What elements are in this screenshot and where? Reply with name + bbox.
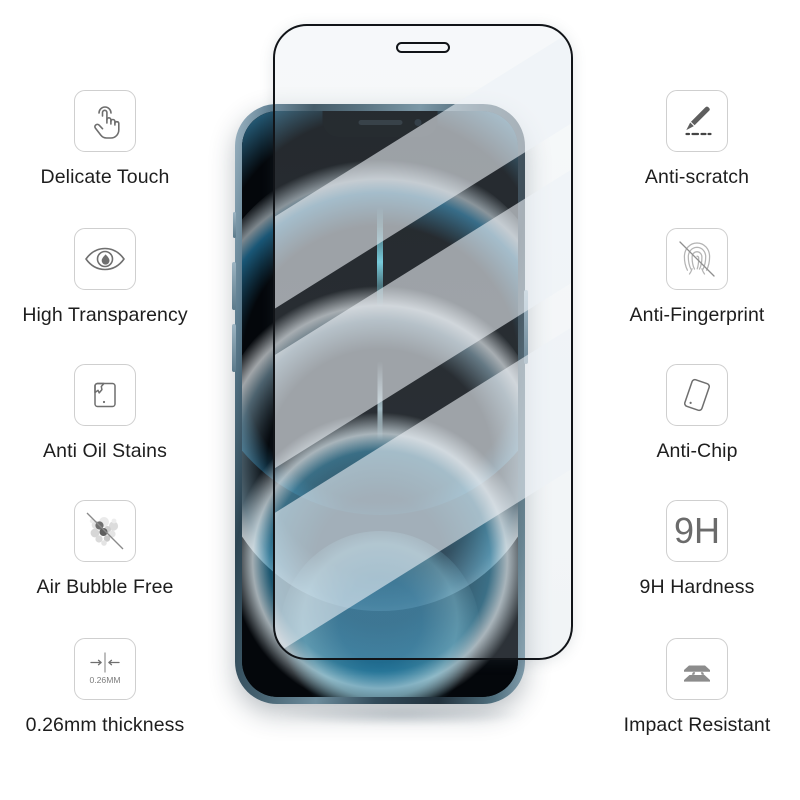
- feature-thickness: 0.26MM 0.26mm thickness: [0, 638, 210, 736]
- feature-impact-resistant: Impact Resistant: [592, 638, 800, 736]
- tempered-glass-sheet: [273, 24, 573, 660]
- tap-hand-icon: [74, 90, 136, 152]
- eye-icon: [74, 228, 136, 290]
- feature-label: Anti-scratch: [644, 166, 750, 188]
- hardness-9h-icon: 9H: [666, 500, 728, 562]
- feature-9h-hardness: 9H 9H Hardness: [592, 500, 800, 598]
- feature-label: 9H Hardness: [639, 576, 755, 598]
- feature-high-transparency: High Transparency: [0, 228, 210, 326]
- mute-switch: [233, 212, 236, 238]
- feature-label: Anti-Chip: [656, 440, 738, 462]
- tilted-phone-icon: [666, 364, 728, 426]
- phone-oil-stain-icon: [74, 364, 136, 426]
- feature-label: Delicate Touch: [40, 166, 170, 188]
- feature-anti-chip: Anti-Chip: [592, 364, 800, 462]
- feature-anti-oil-stains: Anti Oil Stains: [0, 364, 210, 462]
- feature-label: Anti-Fingerprint: [629, 304, 765, 326]
- thickness-gauge-icon: 0.26MM: [74, 638, 136, 700]
- glass-reflection-group: [275, 26, 571, 658]
- feature-label: 0.26mm thickness: [25, 714, 185, 736]
- thickness-caption: 0.26MM: [89, 675, 120, 685]
- device-shadow: [277, 704, 527, 726]
- no-bubbles-icon: [74, 500, 136, 562]
- volume-up-button: [232, 262, 236, 310]
- feature-label: High Transparency: [22, 304, 188, 326]
- hardness-caption: 9H: [674, 510, 720, 551]
- no-fingerprint-icon: [666, 228, 728, 290]
- volume-down-button: [232, 324, 236, 372]
- knife-scratch-icon: [666, 90, 728, 152]
- feature-label: Air Bubble Free: [36, 576, 174, 598]
- feature-air-bubble-free: Air Bubble Free: [0, 500, 210, 598]
- left-feature-column: Delicate Touch High Transparency Anti Oi…: [0, 0, 210, 800]
- feature-anti-fingerprint: Anti-Fingerprint: [592, 228, 800, 326]
- feature-anti-scratch: Anti-scratch: [592, 90, 800, 188]
- feature-label: Anti Oil Stains: [43, 440, 167, 462]
- glass-reflection-band-3: [275, 296, 571, 658]
- feature-label: Impact Resistant: [623, 714, 771, 736]
- glass-speaker-cutout: [396, 42, 450, 53]
- feature-delicate-touch: Delicate Touch: [0, 90, 210, 188]
- glass-reflection-band-2: [275, 134, 571, 514]
- device-stage: [215, 0, 595, 800]
- right-feature-column: Anti-scratch Anti-Fingerprint Anti-Chip …: [592, 0, 800, 800]
- glass-reflection-band-1: [275, 26, 571, 357]
- stacked-plates-icon: [666, 638, 728, 700]
